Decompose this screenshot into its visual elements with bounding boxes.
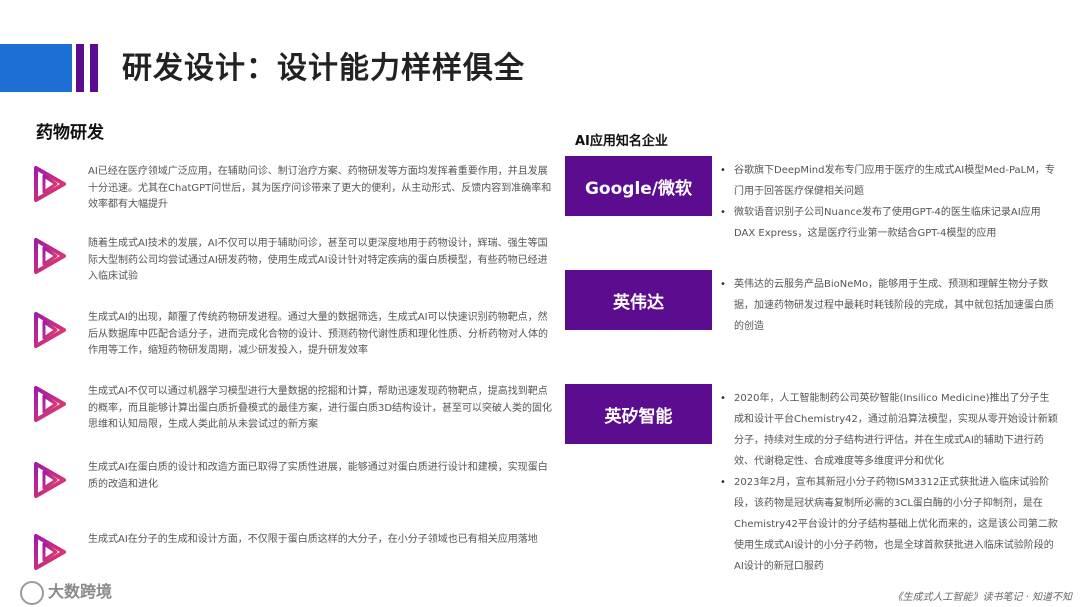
watermark-logo: 大数跨境 <box>20 578 112 605</box>
watermark-text: 大数跨境 <box>48 582 113 601</box>
play-triangle-icon <box>34 166 66 202</box>
bullet-item: 英伟达的云服务产品BioNeMo，能够用于生成、预测和理解生物分子数据，加速药物… <box>718 274 1058 337</box>
company-box-nvidia: 英伟达 <box>565 270 712 330</box>
play-triangle-icon <box>34 534 66 570</box>
play-triangle-icon <box>34 462 66 498</box>
item-text: 随着生成式AI技术的发展，AI不仅可以用于辅助问诊，甚至可以更深度地用于药物设计… <box>88 238 548 282</box>
bullet-item: 微软语音识别子公司Nuance发布了使用GPT-4的医生临床记录AI应用DAX … <box>718 202 1058 244</box>
company-bullets: 2020年，人工智能制药公司英矽智能(Insilico Medicine)推出了… <box>718 388 1058 577</box>
play-triangle-icon <box>34 312 66 348</box>
company-bullets: 谷歌旗下DeepMind发布专门应用于医疗的生成式AI模型Med-PaLM，专门… <box>718 160 1058 244</box>
header-purple-bar <box>90 44 98 92</box>
item-text: 生成式AI不仅可以通过机器学习模型进行大量数据的挖掘和计算，帮助迅速发现药物靶点… <box>88 386 553 430</box>
item-text: 生成式AI的出现，颠覆了传统药物研发进程。通过大量的数据筛选，生成式AI可以快速… <box>88 312 548 356</box>
play-triangle-icon <box>34 238 66 274</box>
company-bullets: 英伟达的云服务产品BioNeMo，能够用于生成、预测和理解生物分子数据，加速药物… <box>718 274 1058 337</box>
item-text: AI已经在医疗领域广泛应用，在辅助问诊、制订治疗方案、药物研发等方面均发挥着重要… <box>88 166 552 210</box>
company-box-google-microsoft: Google/微软 <box>565 156 712 216</box>
companies-label: AI应用知名企业 <box>575 134 668 149</box>
bullet-item: 2023年2月，宣布其新冠小分子药物ISM3312正式获批进入临床试验阶段，该药… <box>718 472 1058 577</box>
header-purple-bar <box>76 44 84 92</box>
page-title: 研发设计：设计能力样样俱全 <box>122 51 525 86</box>
play-triangle-icon <box>34 386 66 422</box>
company-box-insilico: 英矽智能 <box>565 384 712 444</box>
bullet-item: 2020年，人工智能制药公司英矽智能(Insilico Medicine)推出了… <box>718 388 1058 472</box>
header-blue-bar <box>0 44 72 92</box>
watermark-footer: 《生成式人工智能》读书笔记 · 知道不知 <box>892 592 1072 603</box>
section-title: 药物研发 <box>36 123 104 143</box>
item-text: 生成式AI在蛋白质的设计和改造方面已取得了实质性进展，能够通过对蛋白质进行设计和… <box>88 462 548 490</box>
item-text: 生成式AI在分子的生成和设计方面，不仅限于蛋白质这样的大分子，在小分子领域也已有… <box>88 534 538 545</box>
logo-circle-icon <box>20 580 44 605</box>
bullet-item: 谷歌旗下DeepMind发布专门应用于医疗的生成式AI模型Med-PaLM，专门… <box>718 160 1058 202</box>
